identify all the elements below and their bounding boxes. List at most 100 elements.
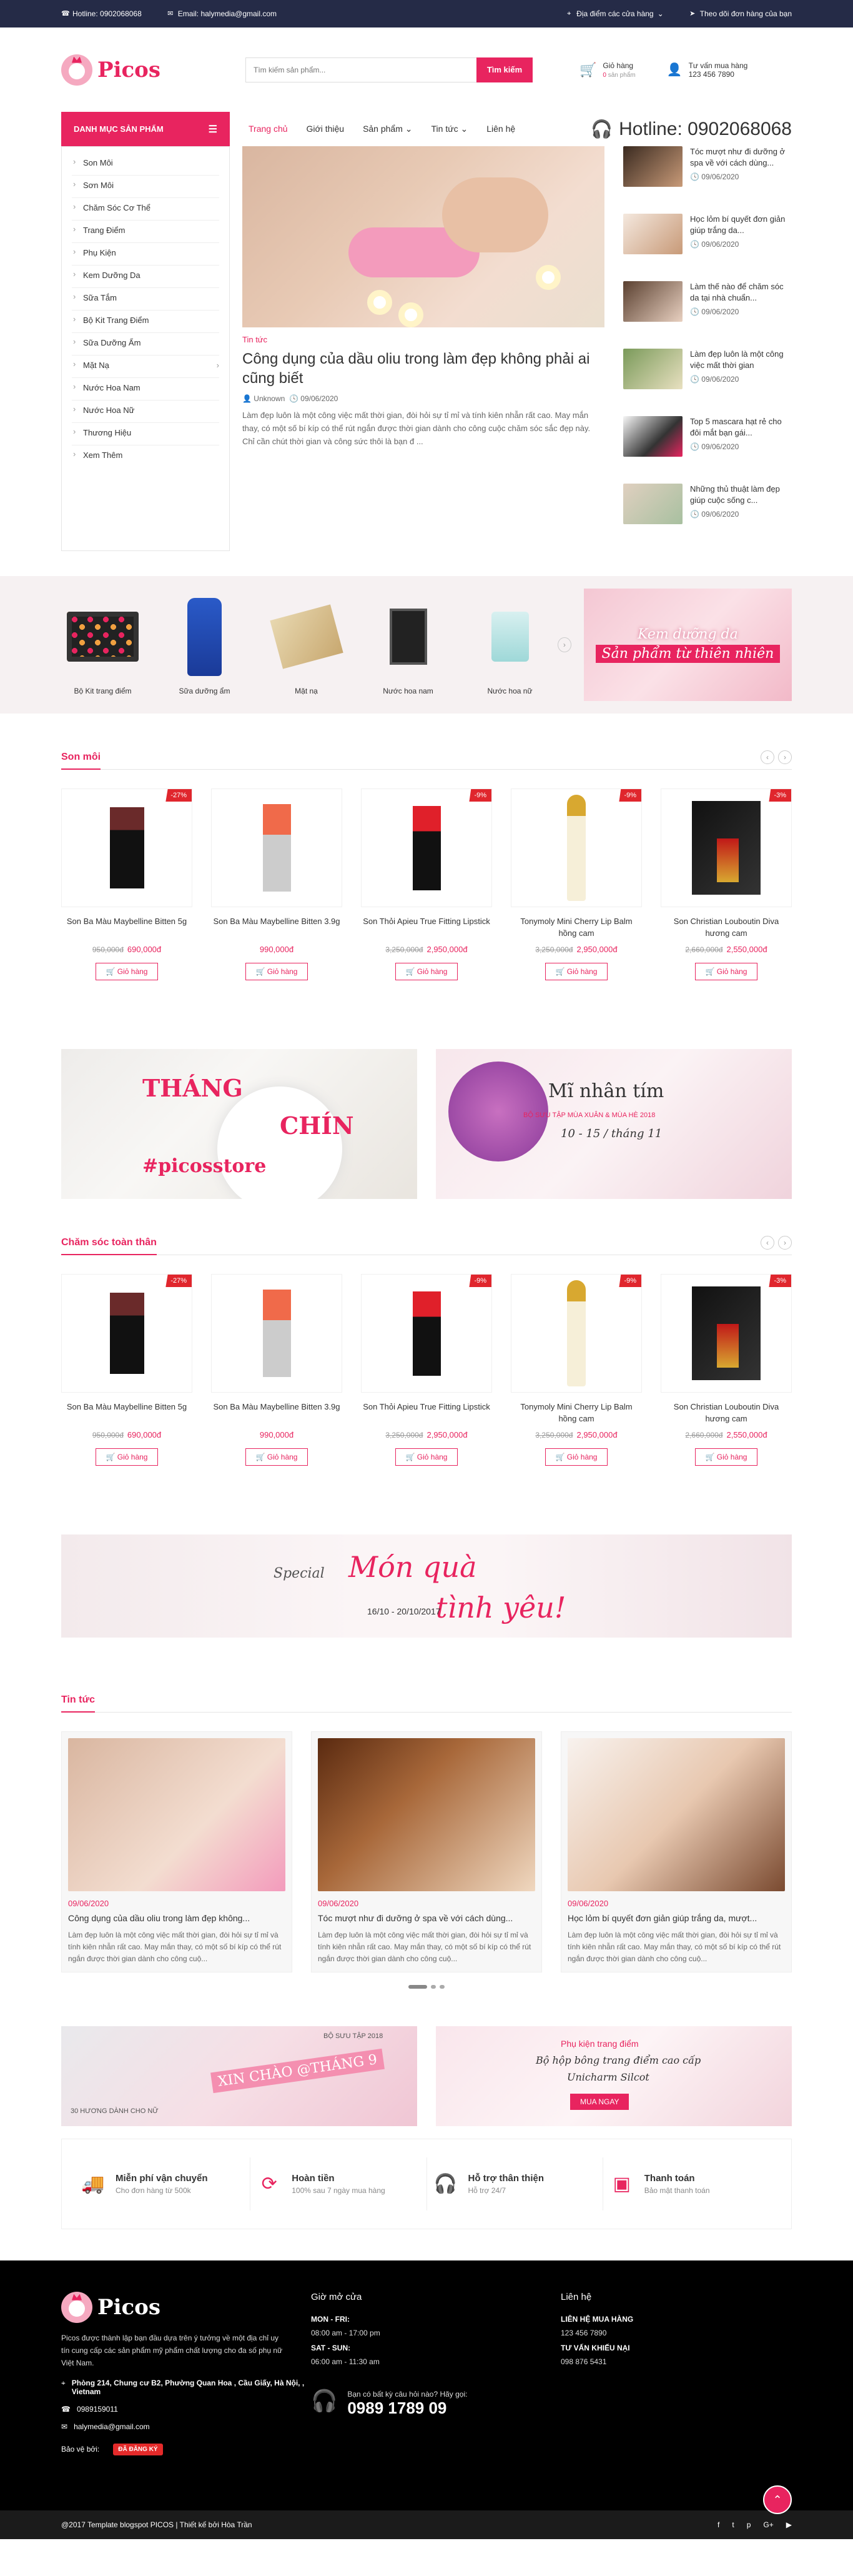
prev-arrow[interactable]: ‹ xyxy=(761,1235,774,1250)
featured-tag[interactable]: Tin tức xyxy=(242,335,604,344)
twitter-icon[interactable]: t xyxy=(732,2520,734,2529)
category-item[interactable]: Nước Hoa Nữ xyxy=(72,400,219,423)
add-to-cart-button[interactable]: 🛒 Giỏ hàng xyxy=(545,963,608,980)
product-card[interactable]: -9% Son Thỏi Apieu True Fitting Lipstick 3… xyxy=(361,788,492,980)
cream-banner[interactable]: Kem dưỡng da Sản phẩm từ thiên nhiên xyxy=(583,589,792,701)
product-card[interactable]: -9% Tonymoly Mini Cherry Lip Balm hồng ca… xyxy=(511,788,642,980)
search-input[interactable] xyxy=(245,57,476,82)
strip-item[interactable]: Nước hoa nam xyxy=(367,595,450,695)
prev-arrow[interactable]: ‹ xyxy=(761,750,774,764)
news-card[interactable]: 09/06/2020 Công dụng của dầu oliu trong l… xyxy=(61,1731,292,1972)
registered-badge[interactable]: ĐÃ ĐĂNG KÝ xyxy=(113,2443,163,2455)
news-card[interactable]: 09/06/2020 Tóc mượt như đi dưỡng ở spa về… xyxy=(311,1731,542,1972)
headset-icon: 🎧 xyxy=(591,119,613,139)
footer-phone[interactable]: 0989 1789 09 xyxy=(347,2399,467,2418)
youtube-icon[interactable]: ▶ xyxy=(786,2520,792,2529)
add-to-cart-button[interactable]: 🛒 Giỏ hàng xyxy=(395,1448,458,1466)
strip-next-button[interactable]: › xyxy=(558,637,571,652)
slider-dot[interactable] xyxy=(408,1984,427,1989)
product-card[interactable]: -9% Son Thỏi Apieu True Fitting Lipstick 3… xyxy=(361,1274,492,1466)
side-news-item[interactable]: Làm thế nào để chăm sóc da tại nhà chuẩn… xyxy=(623,281,792,337)
clock-icon: 🕓 xyxy=(690,172,699,182)
menu-item-home[interactable]: Trang chủ xyxy=(249,124,288,134)
featured-image[interactable] xyxy=(242,146,604,327)
chevron-down-icon: ⌄ xyxy=(460,124,468,134)
menu-item-about[interactable]: Giới thiệu xyxy=(307,124,345,134)
side-news: Tóc mượt như đi dưỡng ở spa về với cách … xyxy=(623,146,792,551)
featured-title[interactable]: Công dụng của dầu oliu trong làm đẹp khô… xyxy=(242,349,604,388)
track-order-link[interactable]: ➤ Theo dõi đơn hàng của bạn xyxy=(689,9,792,18)
email-top[interactable]: ✉ Email: halymedia@gmail.com xyxy=(167,9,277,18)
add-to-cart-button[interactable]: 🛒 Giỏ hàng xyxy=(395,963,458,980)
product-card[interactable]: -27% Son Ba Màu Maybelline Bitten 5g 950,0… xyxy=(61,1274,192,1466)
lipstick-box-image xyxy=(692,801,761,895)
footer-logo[interactable]: Picos xyxy=(61,2291,311,2323)
side-news-item[interactable]: Những thủ thuật làm đẹp giúp cuộc sống c… xyxy=(623,484,792,540)
category-item[interactable]: Kem Dưỡng Da xyxy=(72,266,219,288)
menu-item-products[interactable]: Sản phẩm ⌄ xyxy=(363,124,412,134)
category-item[interactable]: Xem Thêm xyxy=(72,445,219,468)
body-care-section-header: Chăm sóc toàn thân ‹ › xyxy=(61,1230,792,1255)
category-item[interactable]: Sơn Môi xyxy=(72,176,219,198)
header: Picos Tìm kiếm 🛒 Giỏ hàng0 sản phẩm 👤 Tư… xyxy=(0,27,853,112)
product-card[interactable]: -27% Son Ba Màu Maybelline Bitten 5g 950,0… xyxy=(61,788,192,980)
category-item[interactable]: Sữa Tắm xyxy=(72,288,219,311)
side-news-item[interactable]: Top 5 mascara hạt rẻ cho đôi mắt bạn gái… xyxy=(623,416,792,472)
september-banner[interactable]: THÁNG CHÍN #picosstore xyxy=(61,1049,417,1199)
cart[interactable]: 🛒 Giỏ hàng 0 sản phẩm xyxy=(579,61,636,79)
logo[interactable]: Picos xyxy=(61,54,239,86)
strip-item[interactable]: Mặt nạ xyxy=(265,595,348,695)
category-item[interactable]: Thương Hiệu xyxy=(72,423,219,445)
next-arrow[interactable]: › xyxy=(778,750,792,764)
menu-item-news[interactable]: Tin tức ⌄ xyxy=(431,124,468,134)
lipstick-black-image xyxy=(109,1293,144,1374)
category-item[interactable]: Bộ Kit Trang Điểm xyxy=(72,311,219,333)
hotline-top[interactable]: ☎ Hotline: 0902068068 xyxy=(61,9,142,18)
category-item[interactable]: Son Môi xyxy=(72,153,219,176)
search-button[interactable]: Tìm kiếm xyxy=(476,57,533,82)
next-arrow[interactable]: › xyxy=(778,1235,792,1250)
category-item[interactable]: Nước Hoa Nam xyxy=(72,378,219,400)
add-to-cart-button[interactable]: 🛒 Giỏ hàng xyxy=(694,963,758,980)
stores-link[interactable]: ⌖ Địa điểm các cửa hàng ⌄ xyxy=(565,9,664,18)
puff-accessory-banner[interactable]: Phụ kiện trang điểm Bộ hộp bông trang đi… xyxy=(436,2026,792,2126)
product-card[interactable]: -3% Son Christian Louboutin Diva hương ca… xyxy=(661,1274,792,1466)
add-to-cart-button[interactable]: 🛒 Giỏ hàng xyxy=(245,963,308,980)
gift-banner[interactable]: Special Món quà tình yêu! 16/10 - 20/10/… xyxy=(61,1534,792,1638)
slider-dot[interactable] xyxy=(431,1984,436,1989)
makeup-kit-image xyxy=(61,595,144,679)
side-news-item[interactable]: Làm đẹp luôn là một công việc mất thời g… xyxy=(623,349,792,405)
category-item[interactable]: Chăm Sóc Cơ Thể xyxy=(72,198,219,221)
category-item[interactable]: Sữa Dưỡng Ẩm xyxy=(72,333,219,356)
category-menu-button[interactable]: Danh mục sản phẩm ☰ xyxy=(61,112,230,146)
product-card[interactable]: Son Ba Màu Maybelline Bitten 3.9g 990,000… xyxy=(211,788,342,980)
buy-now-button[interactable]: MUA NGAY xyxy=(570,2093,629,2110)
add-to-cart-button[interactable]: 🛒 Giỏ hàng xyxy=(694,1448,758,1466)
pinterest-icon[interactable]: p xyxy=(747,2520,751,2529)
add-to-cart-button[interactable]: 🛒 Giỏ hàng xyxy=(95,1448,159,1466)
add-to-cart-button[interactable]: 🛒 Giỏ hàng xyxy=(245,1448,308,1466)
facebook-icon[interactable]: f xyxy=(717,2520,719,2529)
add-to-cart-button[interactable]: 🛒 Giỏ hàng xyxy=(95,963,159,980)
category-item[interactable]: Phụ Kiện xyxy=(72,243,219,266)
product-card[interactable]: -9% Tonymoly Mini Cherry Lip Balm hồng ca… xyxy=(511,1274,642,1466)
side-news-item[interactable]: Tóc mượt như đi dưỡng ở spa về với cách … xyxy=(623,146,792,202)
strip-item[interactable]: Sữa dưỡng ẩm xyxy=(163,595,246,695)
strip-item[interactable]: Nước hoa nữ xyxy=(468,595,551,695)
product-card[interactable]: -3% Son Christian Louboutin Diva hương ca… xyxy=(661,788,792,980)
purple-beauty-banner[interactable]: Mĩ nhân tím BỘ SƯU TẬP MÙA XUÂN & MÙA HÈ… xyxy=(436,1049,792,1199)
slider-dot[interactable] xyxy=(440,1984,445,1989)
clock-icon: 🕓 xyxy=(690,510,699,519)
google-plus-icon[interactable]: G+ xyxy=(763,2520,773,2529)
menu-item-contact[interactable]: Liên hệ xyxy=(486,124,515,134)
flower-shape xyxy=(398,302,423,327)
side-news-item[interactable]: Học lỏm bí quyết đơn giản giúp trắng da.… xyxy=(623,214,792,270)
strip-item[interactable]: Bộ Kit trang điểm xyxy=(61,595,144,695)
category-item[interactable]: Mặt Nạ› xyxy=(72,356,219,378)
news-card[interactable]: 09/06/2020 Học lỏm bí quyết đơn giản giúp… xyxy=(561,1731,792,1972)
product-card[interactable]: Son Ba Màu Maybelline Bitten 3.9g 990,000… xyxy=(211,1274,342,1466)
add-to-cart-button[interactable]: 🛒 Giỏ hàng xyxy=(545,1448,608,1466)
category-item[interactable]: Trang Điểm xyxy=(72,221,219,243)
lipstick-red-image xyxy=(412,1291,441,1376)
hello-september-banner[interactable]: XIN CHÀO @THÁNG 9 BỘ SƯU TẬP 2018 30 HƯƠ… xyxy=(61,2026,417,2126)
